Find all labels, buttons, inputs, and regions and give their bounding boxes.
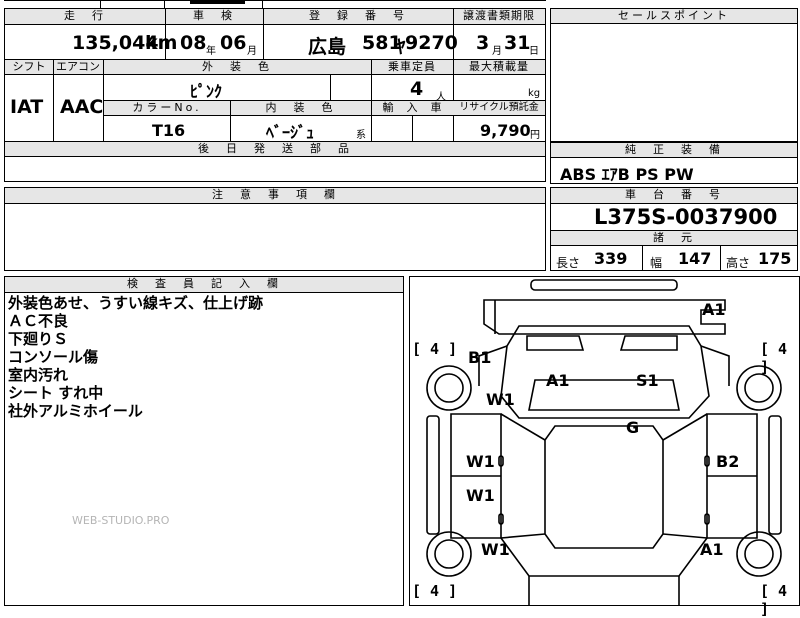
later-parts-header: 後 日 発 送 部 品 <box>5 142 545 156</box>
exterior-color-header: 外 装 色 <box>103 60 371 74</box>
genuine-equipment-value: ABS ｴｱB PS PW <box>560 165 694 184</box>
col-line <box>53 59 54 141</box>
damage-code: W1 <box>466 452 495 471</box>
col-line <box>330 74 331 100</box>
interior-color-value: ﾍﾞｰｼﾞｭ <box>266 123 315 142</box>
inspection-year: 08 <box>180 32 207 54</box>
deadline-day-unit: 日 <box>529 46 539 57</box>
inspection-header: 車 検 <box>165 9 263 24</box>
col-line <box>412 115 413 141</box>
shift-value: IAT <box>10 96 44 118</box>
chassis-value: L375S-0037900 <box>594 205 778 229</box>
shift-header: シフト <box>5 60 53 74</box>
deadline-month: 3 <box>476 32 490 54</box>
damage-code: B1 <box>468 348 492 367</box>
specs-header: 諸 元 <box>551 231 797 245</box>
car-diagram <box>426 279 782 606</box>
row-line <box>550 203 798 204</box>
import-header: 輸 入 車 <box>372 101 453 115</box>
strip-divider <box>262 0 263 8</box>
width-value: 147 <box>678 249 712 268</box>
aircon-header: エアコン <box>53 60 103 74</box>
max-load-unit: kg <box>528 88 541 99</box>
sales-point-header: セールスポイント <box>551 9 797 23</box>
width-label: 幅 <box>650 256 663 270</box>
damage-code: A1 <box>702 300 726 319</box>
length-value: 339 <box>594 249 628 268</box>
capacity-header: 乗車定員 <box>371 60 453 74</box>
damage-code: A1 <box>546 371 570 390</box>
remarks-list: 外装色あせ、うすい線キズ、仕上げ跡 ＡＣ不良 下廻りＳ コンソール傷 室内汚れ … <box>8 294 263 420</box>
col-line <box>230 100 231 141</box>
tire-tread-rear-right: [ 4 ] <box>760 582 788 618</box>
color-no-value: T16 <box>152 121 186 140</box>
strip-divider <box>164 0 165 8</box>
row-line <box>550 245 798 246</box>
exterior-color-value: ﾋﾟﾝｸ <box>190 82 223 101</box>
top-strip-line <box>4 0 546 1</box>
registration-area: 広島 <box>308 36 347 58</box>
col-line <box>263 8 264 59</box>
capacity-value: 4 <box>410 78 424 100</box>
damage-code: W1 <box>481 540 510 559</box>
inspection-month-unit: 月 <box>247 46 257 57</box>
col-line <box>720 245 721 271</box>
height-label: 高さ <box>726 256 751 270</box>
remark-line: 外装色あせ、うすい線キズ、仕上げ跡 <box>8 294 264 312</box>
remark-line: 社外アルミホイール <box>8 402 143 420</box>
color-no-header: カラーNo. <box>104 101 230 115</box>
deadline-day: 31 <box>504 32 531 54</box>
interior-color-header: 内 装 色 <box>230 101 371 115</box>
damage-code: G <box>626 418 640 437</box>
damage-code: A1 <box>700 540 724 559</box>
mileage-header: 走 行 <box>5 9 165 24</box>
row-line <box>550 157 798 158</box>
max-load-header: 最大積載量 <box>453 60 545 74</box>
remarks-header: 検 査 員 記 入 欄 <box>5 277 403 292</box>
remark-line: シート すれ中 <box>8 384 104 402</box>
height-value: 175 <box>758 249 792 268</box>
genuine-equipment-header: 純 正 装 備 <box>551 143 797 157</box>
row-line <box>103 115 546 116</box>
damage-code: B2 <box>716 452 740 471</box>
inspection-year-unit: 年 <box>206 46 216 57</box>
strip-divider <box>100 0 101 8</box>
remark-line: 室内汚れ <box>8 366 69 384</box>
watermark: WEB-STUDIO.PRO <box>72 514 170 527</box>
remark-line: コンソール傷 <box>8 348 99 366</box>
tire-tread-rear-left: [ 4 ] <box>412 582 458 600</box>
remark-line: 下廻りＳ <box>8 330 69 348</box>
cropped-text <box>190 0 245 4</box>
deadline-month-unit: 月 <box>492 46 502 57</box>
length-label: 長さ <box>556 256 581 270</box>
remark-line: ＡＣ不良 <box>8 312 69 330</box>
tire-tread-front-right: [ 4 ] <box>760 340 788 376</box>
mileage-unit: km <box>145 32 178 54</box>
aircon-value: AAC <box>60 96 104 118</box>
damage-code: W1 <box>466 486 495 505</box>
recycle-unit: 円 <box>530 130 540 141</box>
row-line <box>4 24 546 25</box>
damage-code: S1 <box>636 371 659 390</box>
recycle-value: 9,790 <box>480 121 531 140</box>
notes-header: 注 意 事 項 欄 <box>5 188 545 203</box>
inspection-month: 06 <box>220 32 247 54</box>
row-line <box>4 74 546 75</box>
recycle-header: リサイクル預託金 <box>453 101 545 115</box>
col-line <box>642 245 643 271</box>
registration-number: 9270 <box>405 32 458 54</box>
interior-color-suffix: 系 <box>356 130 366 141</box>
sales-point-box <box>550 8 798 142</box>
damage-code: W1 <box>486 390 515 409</box>
tire-tread-front-left: [ 4 ] <box>412 340 458 358</box>
chassis-header: 車 台 番 号 <box>551 188 797 203</box>
registration-header: 登 録 番 号 <box>263 9 453 24</box>
row-line <box>4 156 546 157</box>
row-line <box>4 292 404 293</box>
row-line <box>550 23 798 24</box>
row-line <box>4 203 546 204</box>
deadline-header: 譲渡書類期限 <box>453 9 545 24</box>
